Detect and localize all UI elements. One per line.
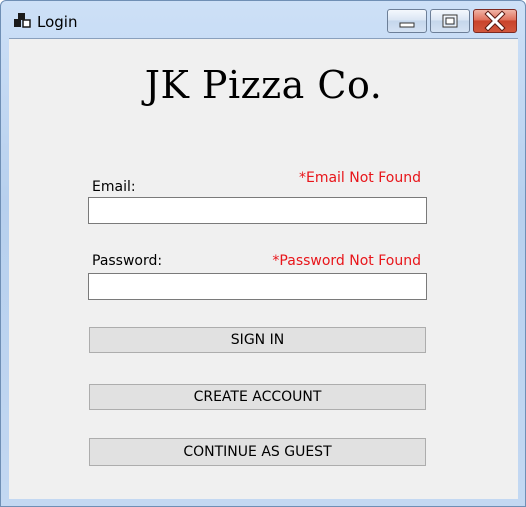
login-form: JK Pizza Co. Email: *Email Not Found Pas… [9, 38, 518, 499]
window-title: Login [37, 13, 78, 31]
minimize-icon [399, 22, 415, 28]
close-button[interactable] [473, 9, 517, 33]
email-field[interactable] [88, 197, 427, 224]
login-window: Login JK Pizza Co. Email: *Email Not Fou… [0, 0, 526, 507]
title-bar[interactable]: Login [1, 1, 525, 37]
maximize-button[interactable] [430, 9, 470, 33]
password-field[interactable] [88, 273, 427, 300]
continue-as-guest-button[interactable]: CONTINUE AS GUEST [89, 438, 426, 466]
sign-in-button[interactable]: SIGN IN [89, 327, 426, 353]
password-error: *Password Not Found [272, 253, 421, 269]
maximize-icon [442, 14, 458, 28]
app-icon [14, 13, 31, 28]
email-label: Email: [92, 179, 136, 195]
password-label: Password: [92, 253, 163, 269]
minimize-button[interactable] [387, 9, 427, 33]
brand-title: JK Pizza Co. [144, 63, 383, 107]
close-icon [484, 10, 506, 32]
create-account-button[interactable]: CREATE ACCOUNT [89, 384, 426, 410]
email-error: *Email Not Found [298, 170, 421, 186]
